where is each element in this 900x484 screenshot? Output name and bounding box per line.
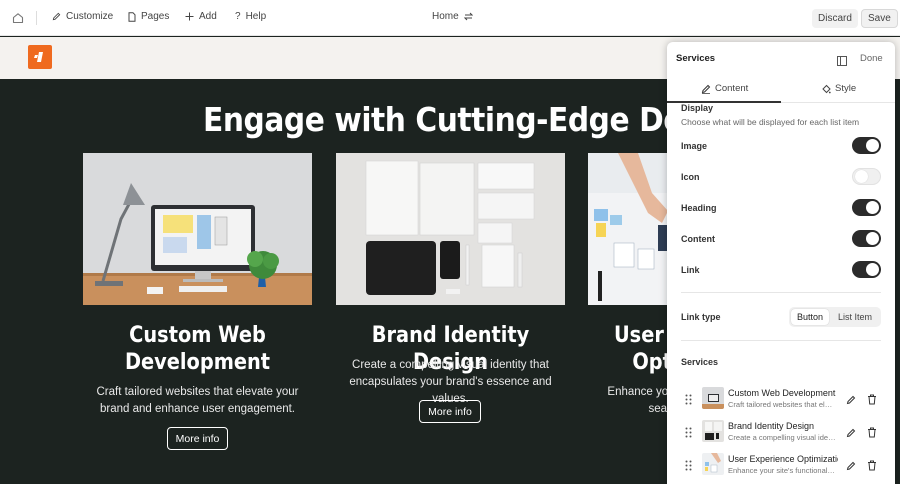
add-button[interactable]: Add xyxy=(185,11,217,22)
toolbar-divider xyxy=(36,11,37,25)
panel-title: Services xyxy=(676,53,716,64)
add-label: Add xyxy=(199,11,217,22)
site-logo[interactable] xyxy=(28,45,52,69)
card-description: Craft tailored websites that elevate you… xyxy=(96,386,299,415)
tab-content[interactable]: Content xyxy=(701,83,748,94)
divider xyxy=(681,292,881,293)
service-list-item[interactable]: User Experience Optimization Enhance you… xyxy=(667,449,895,479)
toggle-label-icon: Icon xyxy=(681,172,700,182)
swap-icon xyxy=(463,12,473,21)
paint-bucket-icon xyxy=(822,84,831,93)
service-list-item[interactable]: Brand Identity Design Create a compellin… xyxy=(667,416,895,446)
trash-icon[interactable] xyxy=(867,458,877,476)
pages-label: Pages xyxy=(141,11,170,22)
more-info-button[interactable]: More info xyxy=(167,427,228,450)
question-icon: ? xyxy=(235,11,241,22)
card-image-brand-identity xyxy=(336,153,565,305)
plus-icon xyxy=(185,12,194,21)
card-image-web-development xyxy=(83,153,312,305)
link-type-label: Link type xyxy=(681,312,721,322)
toggle-label-content: Content xyxy=(681,234,715,244)
services-settings-panel: Services Done Content Style Display Choo… xyxy=(667,42,895,484)
edit-icon[interactable] xyxy=(846,458,856,476)
page-selector[interactable]: Home xyxy=(432,11,473,22)
layout-icon[interactable] xyxy=(837,53,847,71)
home-icon[interactable] xyxy=(10,10,26,26)
help-label: Help xyxy=(245,11,267,22)
edit-icon[interactable] xyxy=(846,392,856,410)
service-description: Enhance your site's functionality for a … xyxy=(728,466,836,475)
toggle-label-image: Image xyxy=(681,141,708,151)
drag-handle-icon[interactable] xyxy=(685,425,692,443)
page-icon xyxy=(128,11,136,22)
icon-toggle[interactable] xyxy=(852,168,881,185)
display-heading: Display xyxy=(681,103,714,113)
link-type-button-option[interactable]: Button xyxy=(791,309,829,325)
card-title: Custom Web Development xyxy=(124,323,271,375)
done-button[interactable]: Done xyxy=(860,53,883,64)
tab-style[interactable]: Style xyxy=(821,83,856,94)
divider xyxy=(681,340,881,341)
help-button[interactable]: ? Help xyxy=(235,11,266,22)
content-toggle[interactable] xyxy=(852,230,881,247)
link-toggle[interactable] xyxy=(852,261,881,278)
edit-icon[interactable] xyxy=(846,425,856,443)
services-heading: Services xyxy=(681,357,719,367)
customize-button[interactable]: Customize xyxy=(52,11,113,22)
discard-button[interactable]: Discard xyxy=(812,9,858,28)
pencil-icon xyxy=(701,84,711,94)
service-thumbnail xyxy=(702,420,724,442)
tab-content-label: Content xyxy=(715,83,749,94)
service-description: Create a compelling visual identity xyxy=(728,433,836,442)
panel-tabs: Content Style xyxy=(667,76,895,103)
service-thumbnail xyxy=(702,387,724,409)
pencil-icon xyxy=(52,12,61,21)
drag-handle-icon[interactable] xyxy=(685,392,692,410)
save-button[interactable]: Save xyxy=(861,9,898,28)
page-selector-label: Home xyxy=(432,11,459,22)
service-name: Brand Identity Design xyxy=(728,421,815,431)
card-image-ux-optimization xyxy=(588,153,668,305)
trash-icon[interactable] xyxy=(867,392,877,410)
drag-handle-icon[interactable] xyxy=(685,458,692,476)
editor-toolbar: Customize Pages Add ? Help Home Discard … xyxy=(0,0,900,36)
toggle-label-link: Link xyxy=(681,265,700,275)
link-type-list-item-option[interactable]: List Item xyxy=(831,309,879,325)
pages-button[interactable]: Pages xyxy=(128,11,169,22)
service-thumbnail xyxy=(702,453,724,475)
tab-style-label: Style xyxy=(835,83,857,94)
link-type-selector: Button List Item xyxy=(789,307,881,327)
image-toggle[interactable] xyxy=(852,137,881,154)
heading-toggle[interactable] xyxy=(852,199,881,216)
customize-label: Customize xyxy=(66,11,114,22)
more-info-button[interactable]: More info xyxy=(419,400,481,423)
service-description: Craft tailored websites that elevate you… xyxy=(728,400,836,409)
display-hint: Choose what will be displayed for each l… xyxy=(681,117,860,127)
service-name: Custom Web Development xyxy=(728,388,836,398)
service-name: User Experience Optimization xyxy=(728,454,838,464)
trash-icon[interactable] xyxy=(867,425,877,443)
service-list-item[interactable]: Custom Web Development Craft tailored we… xyxy=(667,383,895,413)
toggle-label-heading: Heading xyxy=(681,203,717,213)
